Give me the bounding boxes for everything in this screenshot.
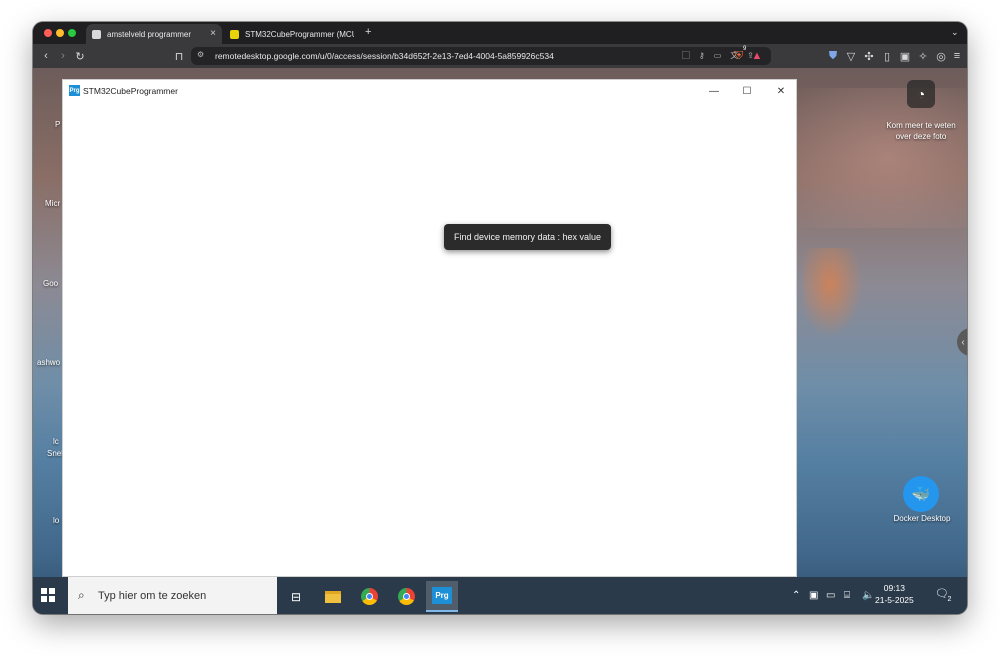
volume-icon[interactable]: 🔈 xyxy=(862,577,874,614)
remote-panel-handle[interactable]: ‹ xyxy=(957,328,967,356)
site-settings-icon[interactable]: ⚙ xyxy=(197,50,204,59)
tray-chevron-icon[interactable]: ⌃ xyxy=(792,577,800,614)
tab-list-chevron-icon[interactable]: ⌄ xyxy=(951,27,959,38)
battery-icon[interactable]: ▭ xyxy=(826,577,835,614)
app-logo: Prg xyxy=(69,85,80,96)
search-placeholder: Typ hier om te zoeken xyxy=(98,589,207,602)
sidebar-icon[interactable]: ▯ xyxy=(879,48,895,64)
puzzle-icon[interactable]: ✣ xyxy=(861,48,877,64)
forward-icon[interactable]: › xyxy=(55,48,71,64)
back-icon[interactable]: ‹ xyxy=(38,48,54,64)
menu-icon[interactable]: ≡ xyxy=(949,48,965,64)
vpn-shield-icon[interactable]: ◎ xyxy=(933,48,949,64)
tab-label: amstelveld programmer xyxy=(107,29,192,39)
reload-icon[interactable]: ↻ xyxy=(72,48,88,64)
app-title: STM32CubeProgrammer xyxy=(83,86,178,96)
close-icon[interactable]: ✕ xyxy=(772,83,790,99)
minimize-window-button[interactable] xyxy=(56,29,64,37)
zoom-window-button[interactable] xyxy=(68,29,76,37)
wallpaper-glow xyxy=(793,88,967,228)
leo-icon[interactable]: ✧ xyxy=(915,48,931,64)
bookmark-icon[interactable]: ⊓ xyxy=(171,48,187,64)
windows-taskbar: ⌕ Typ hier om te zoeken ⊟ Prg ⌃ ▣ ▭ ⌸ 🔈 … xyxy=(33,577,967,614)
stm32cubeprogrammer-window: Prg STM32CubeProgrammer — ☐ ✕ Find devic… xyxy=(62,79,797,577)
taskbar-clock[interactable]: 09:13 21-5-2025 xyxy=(875,582,914,606)
wallet-icon[interactable]: ▣ xyxy=(897,48,913,64)
remote-desktop-icon xyxy=(92,29,101,39)
brave-rewards-icon[interactable]: ▲ xyxy=(749,48,765,64)
desktop-label[interactable]: Goo xyxy=(43,279,58,288)
network-icon[interactable]: ⌸ xyxy=(844,577,850,614)
docker-label[interactable]: Docker Desktop xyxy=(890,514,954,523)
remote-desktop-viewport[interactable]: P Micr Goo ashwo lc Snel lo ◔ Kom meer t… xyxy=(33,68,967,614)
tab-amstelveld-programmer[interactable]: amstelveld programmer × xyxy=(86,24,222,44)
task-view-icon[interactable]: ⊟ xyxy=(280,581,312,612)
vpn-icon[interactable]: ▽ xyxy=(843,48,859,64)
notification-count: 2 xyxy=(945,595,954,604)
close-window-button[interactable] xyxy=(44,29,52,37)
minimize-icon[interactable]: — xyxy=(705,83,723,99)
new-tab-button[interactable]: + xyxy=(365,26,371,38)
windows-start-icon[interactable] xyxy=(41,588,55,602)
tab-stm32cubeprogrammer[interactable]: STM32CubeProgrammer (MCUs) xyxy=(224,24,354,44)
file-explorer-icon[interactable] xyxy=(317,581,349,612)
desktop-label[interactable]: lo xyxy=(53,516,59,525)
browser-toolbar: ‹ › ↻ ⊓ ⚙ remotedesktop.google.com/u/0/a… xyxy=(33,44,967,68)
stm32cubeprogrammer-taskbar-button[interactable]: Prg xyxy=(426,581,458,612)
wallpaper-bird xyxy=(803,248,863,338)
taskbar-search-input[interactable]: ⌕ Typ hier om te zoeken xyxy=(68,577,277,614)
photo-info-text[interactable]: Kom meer te weten over deze foto xyxy=(879,120,963,142)
shield-count-badge: 9 xyxy=(743,46,747,52)
desktop-label[interactable]: Micr xyxy=(45,199,60,208)
search-icon: ⌕ xyxy=(78,588,85,602)
photo-info-line2: over deze foto xyxy=(895,132,947,141)
desktop-label[interactable]: Snel xyxy=(47,449,63,458)
st-logo-icon xyxy=(230,29,239,39)
tooltip: Find device memory data : hex value xyxy=(444,224,611,250)
clock-time: 09:13 xyxy=(883,583,906,593)
app-title-bar[interactable]: Prg STM32CubeProgrammer — ☐ ✕ xyxy=(63,80,796,102)
prg-icon: Prg xyxy=(432,587,452,604)
photo-info-icon[interactable]: ◔ xyxy=(907,80,935,108)
desktop-label[interactable]: lc xyxy=(53,437,59,446)
photo-info-line1: Kom meer te weten xyxy=(886,121,956,130)
tab-label: STM32CubeProgrammer (MCUs) xyxy=(245,29,354,39)
maximize-icon[interactable]: ☐ xyxy=(738,83,756,99)
desktop-label[interactable]: P xyxy=(55,120,60,129)
address-bar[interactable]: ⚙ remotedesktop.google.com/u/0/access/se… xyxy=(191,47,771,65)
extension-icon[interactable]: ⛊ xyxy=(825,48,841,64)
chrome-icon[interactable] xyxy=(353,581,385,612)
close-tab-icon[interactable]: × xyxy=(210,28,216,39)
clock-date: 21-5-2025 xyxy=(875,595,914,605)
tab-bar: amstelveld programmer × STM32CubeProgram… xyxy=(33,22,967,44)
tray-app-icon[interactable]: ▣ xyxy=(809,577,818,614)
browser-window: amstelveld programmer × STM32CubeProgram… xyxy=(33,22,967,614)
desktop-label[interactable]: ashwo xyxy=(37,358,60,367)
chrome-profile-icon[interactable] xyxy=(390,581,422,612)
docker-icon[interactable]: 🐳 xyxy=(903,476,939,512)
url-text: remotedesktop.google.com/u/0/access/sess… xyxy=(215,51,554,61)
